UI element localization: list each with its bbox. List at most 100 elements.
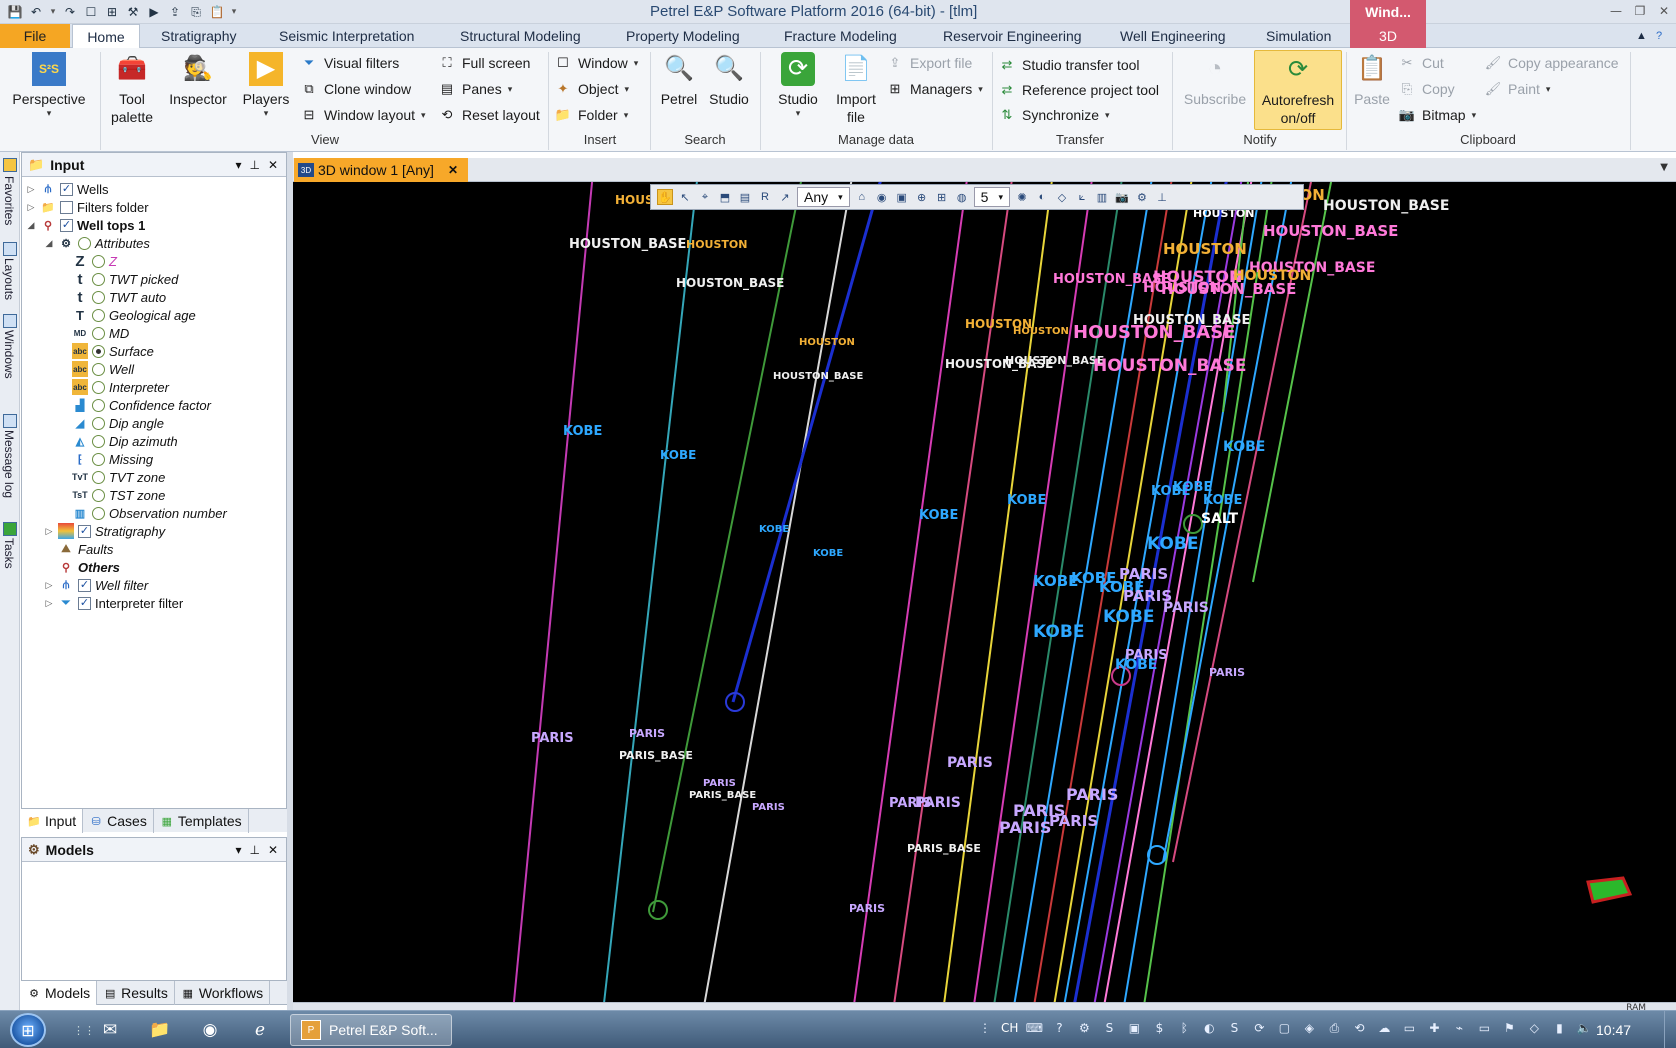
help-icon[interactable]: ? — [1656, 24, 1662, 48]
windows-tab[interactable]: Windows — [2, 330, 16, 379]
network-icon[interactable]: ⌁ — [1450, 1019, 1468, 1037]
pick-tool-icon[interactable]: ⌖ — [697, 189, 713, 205]
tree-item-dip-azimuth[interactable]: ◭ Dip azimuth — [72, 432, 178, 450]
full-screen-button[interactable]: ⛶ Full screen — [438, 52, 530, 74]
chat-icon[interactable]: ◐ — [1200, 1019, 1218, 1037]
printer-icon[interactable]: ⎙ — [1325, 1019, 1343, 1037]
managers-button[interactable]: ⊞ Managers ▾ — [886, 78, 983, 100]
checkbox[interactable]: ✓ — [78, 578, 91, 592]
well-top-label[interactable]: HOUSTON — [686, 238, 747, 251]
clock[interactable]: 10:47 — [1596, 1022, 1631, 1038]
tasks-tab[interactable]: Tasks — [2, 538, 16, 569]
favorites-tab[interactable]: Favorites — [2, 176, 16, 225]
cloud-icon[interactable]: ☁ — [1375, 1019, 1393, 1037]
paint-button[interactable]: 🖌 Paint ▾ — [1484, 78, 1551, 100]
panes-button[interactable]: ▤ Panes ▾ — [438, 78, 512, 100]
well-top-label[interactable]: PARIS — [1125, 648, 1168, 663]
refresh-icon[interactable]: ⟲ — [1350, 1019, 1368, 1037]
checkbox[interactable]: ✓ — [60, 182, 73, 196]
expand-icon[interactable]: ▷ — [44, 598, 54, 609]
well-trajectory[interactable] — [853, 182, 968, 1002]
tab-cases[interactable]: ⛁ Cases — [83, 809, 154, 833]
selection-filter-select[interactable]: Any ▾ — [797, 187, 850, 207]
3d-viewport[interactable]: HOUSTON HOUSTON_BASE HOUSTON HOUSTON_BASE HO… — [293, 182, 1676, 1002]
app-icon[interactable]: $ — [1150, 1019, 1168, 1037]
insert-window-button[interactable]: ☐ Window ▾ — [554, 52, 638, 74]
view-3d-icon[interactable]: ⬒ — [717, 189, 733, 205]
tab-workflows[interactable]: ▦ Workflows — [175, 981, 271, 1005]
well-top-label[interactable]: KOBE — [1147, 534, 1198, 554]
well-top-label[interactable]: KOBE — [1033, 622, 1084, 642]
well-top-label[interactable]: PARIS — [1049, 812, 1098, 830]
bluetooth-icon[interactable]: ᛒ — [1175, 1019, 1193, 1037]
vertical-exaggeration-select[interactable]: 5 ▾ — [973, 187, 1010, 207]
well-top-label[interactable]: PARIS — [947, 755, 993, 771]
tab-fracture-modeling[interactable]: Fracture Modeling — [784, 24, 897, 48]
window-layout-button[interactable]: ⊟ Window layout ▾ — [300, 104, 426, 126]
well-top-label[interactable]: HOUSTON_BASE — [1323, 198, 1449, 214]
well-top-label[interactable]: HOUSTON — [1163, 240, 1247, 258]
tree-item-twt-picked[interactable]: t TWT picked — [72, 270, 179, 288]
axis-icon[interactable]: ⟀ — [1074, 189, 1090, 205]
radio[interactable] — [92, 434, 105, 448]
studio-transfer-tool-button[interactable]: ⇄ Studio transfer tool — [998, 54, 1140, 76]
power-icon[interactable]: ◇ — [1525, 1019, 1543, 1037]
minimize-icon[interactable]: — — [1604, 0, 1628, 22]
tree-item-faults[interactable]: ⛰ Faults — [58, 540, 113, 558]
tree-item-interpreter[interactable]: abc Interpreter — [72, 378, 169, 396]
show-desktop-button[interactable] — [1664, 1011, 1676, 1048]
well-top-label[interactable]: HOUSTON_BASE — [1005, 354, 1104, 367]
tab-file[interactable]: File — [0, 24, 70, 48]
layers-icon[interactable]: ▤ — [737, 189, 753, 205]
redo-icon[interactable]: ↷ — [61, 3, 79, 21]
app-icon[interactable]: ▣ — [1125, 1019, 1143, 1037]
well-top-label[interactable]: KOBE — [813, 548, 843, 559]
synchronize-button[interactable]: ⇅ Synchronize ▾ — [998, 104, 1110, 126]
well-top-label[interactable]: PARIS — [1066, 785, 1118, 804]
well-top-label[interactable]: KOBE — [1203, 493, 1242, 508]
well-head-marker[interactable] — [1147, 845, 1167, 865]
layouts-icon[interactable] — [3, 242, 17, 256]
paste-icon[interactable]: 📋 — [208, 3, 226, 21]
internet-explorer-icon[interactable]: ℯ — [246, 1016, 274, 1044]
well-top-label[interactable]: PARIS_BASE — [689, 790, 756, 801]
well-top-label[interactable]: PARIS — [703, 778, 736, 789]
orientation-cube[interactable] — [1586, 876, 1633, 904]
tree-item-surface[interactable]: abc Surface — [72, 342, 154, 360]
measure-icon[interactable]: ↗ — [777, 189, 793, 205]
undo-icon[interactable]: ↶ — [27, 3, 45, 21]
tree-item-confidence-factor[interactable]: ▟ Confidence factor — [72, 396, 211, 414]
help-icon[interactable]: ? — [1050, 1019, 1068, 1037]
expand-icon[interactable]: ▷ — [44, 526, 54, 537]
well-top-label[interactable]: KOBE — [660, 448, 696, 462]
tree-item-md[interactable]: MD MD — [72, 324, 129, 342]
message-log-icon[interactable] — [3, 414, 17, 428]
well-top-label[interactable]: PARIS — [849, 902, 885, 915]
tree-item-well-filter[interactable]: ▷ ⫛ ✓ Well filter — [44, 576, 149, 594]
layouts-tab[interactable]: Layouts — [2, 258, 16, 300]
tree-item-geological-age[interactable]: T Geological age — [72, 306, 196, 324]
radio[interactable] — [92, 254, 105, 268]
inspector-button[interactable]: 🕵 Inspector — [164, 52, 232, 108]
petrel-search-button[interactable]: 🔍 Petrel — [656, 52, 702, 108]
tab-reservoir-engineering[interactable]: Reservoir Engineering — [943, 24, 1082, 48]
collapse-icon[interactable]: ◢ — [44, 238, 54, 249]
tab-results[interactable]: ▤ Results — [97, 981, 175, 1005]
radio[interactable] — [92, 362, 105, 376]
well-trajectory[interactable] — [603, 182, 698, 1002]
well-top-label[interactable]: KOBE — [1103, 607, 1154, 627]
reference-project-tool-button[interactable]: ⇄ Reference project tool — [998, 79, 1159, 101]
display-icon[interactable]: ▭ — [1475, 1019, 1493, 1037]
tree-item-tst-zone[interactable]: TsT TST zone — [72, 486, 165, 504]
screenshot-icon[interactable]: 📷 — [1114, 189, 1130, 205]
well-top-label[interactable]: PARIS — [1163, 600, 1209, 616]
well-top-label[interactable]: PARIS_BASE — [907, 842, 981, 855]
well-top-label[interactable]: PARIS — [531, 731, 574, 746]
tab-templates[interactable]: ▦ Templates — [154, 809, 249, 833]
keyboard-icon[interactable]: ⌨ — [1025, 1019, 1043, 1037]
document-menu-icon[interactable]: ▼ — [1660, 162, 1668, 173]
tree-item-well[interactable]: abc Well — [72, 360, 134, 378]
import-file-button[interactable]: 📄 Import file — [830, 52, 882, 126]
grid-icon[interactable]: ⊞ — [934, 189, 950, 205]
well-top-label[interactable]: HOUSTON — [1013, 326, 1069, 337]
